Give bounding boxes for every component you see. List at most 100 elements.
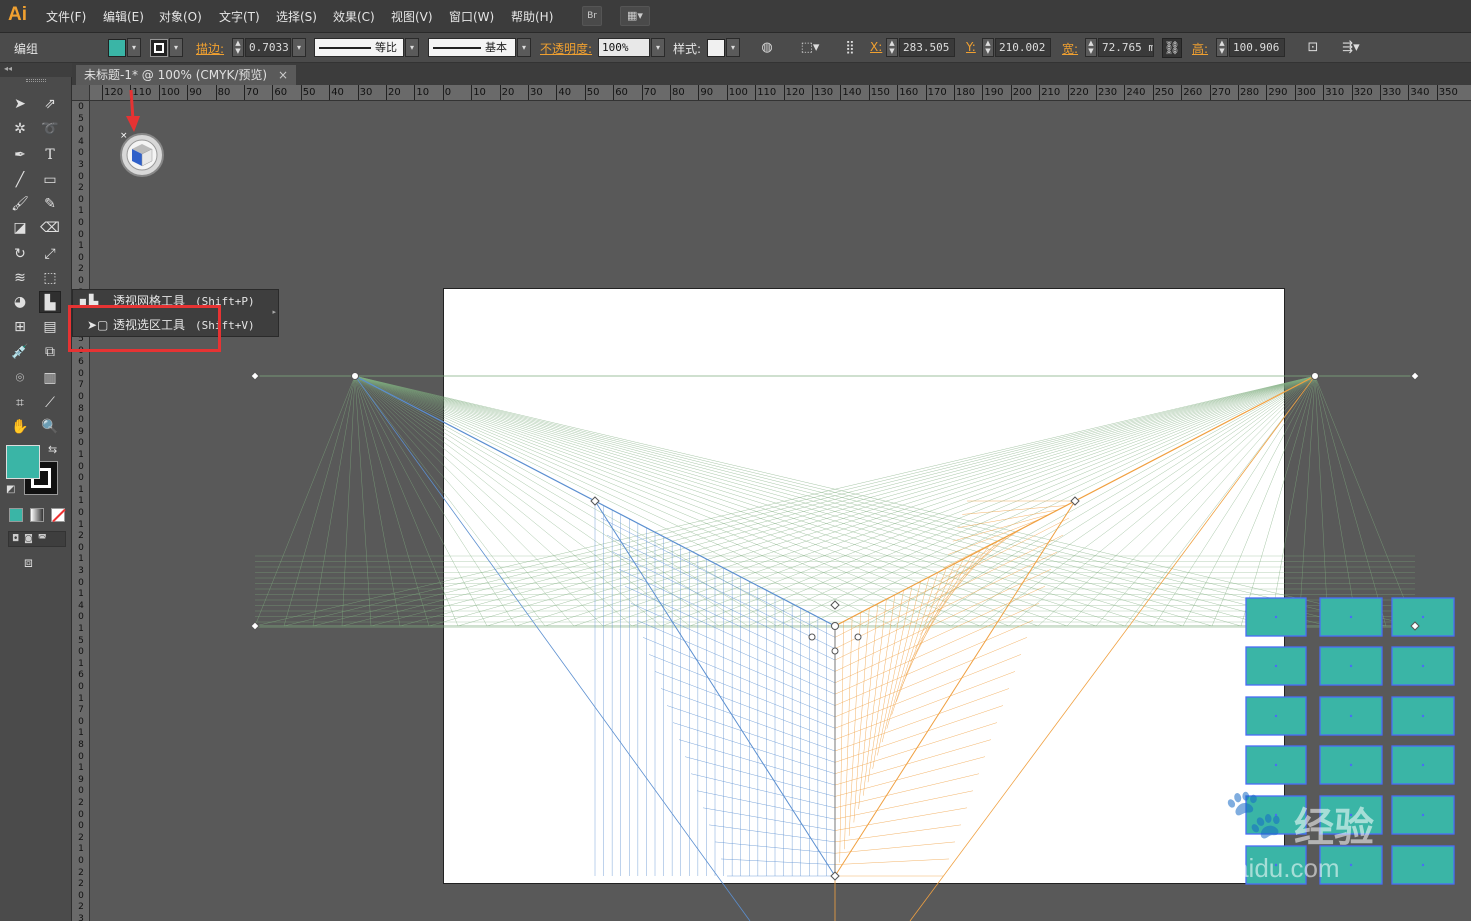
hand-tool-icon[interactable]: ✋ (9, 416, 31, 438)
plane-switching-widget[interactable]: × (120, 131, 164, 177)
y-spinner-icon[interactable]: ▲ ▼ (982, 38, 994, 57)
vertical-extent-handle[interactable] (830, 871, 840, 881)
column-graph-tool-icon[interactable]: ▥ (39, 367, 61, 389)
fill-swatch[interactable] (108, 39, 126, 57)
style-dropdown-icon[interactable]: ▾ (726, 38, 740, 57)
paintbrush-tool-icon[interactable]: 🖌 (9, 193, 31, 215)
blend-tool-icon[interactable]: ⧉ (39, 341, 61, 363)
default-fill-stroke-icon[interactable]: ◩ (6, 484, 15, 495)
magic-wand-tool-icon[interactable]: ✲ (9, 118, 31, 140)
bridge-button[interactable]: Br (582, 6, 602, 26)
stroke-weight-input[interactable]: 0.7033 (245, 38, 291, 57)
profile-dropdown-icon[interactable]: ▾ (405, 38, 419, 57)
line-segment-tool-icon[interactable]: ╱ (9, 169, 31, 191)
left-grid-extent-handle[interactable] (590, 496, 600, 506)
screen-mode-icon[interactable]: ⧈ (24, 555, 33, 571)
panel-drag-handle[interactable] (26, 79, 46, 82)
constrain-proportions-link-icon[interactable]: ⛓ (1162, 38, 1182, 58)
left-plane-control[interactable] (808, 633, 816, 641)
x-spinner-icon[interactable]: ▲ ▼ (886, 38, 898, 57)
horizon-left-handle[interactable] (250, 371, 260, 381)
free-transform-tool-icon[interactable]: ⬚ (39, 267, 61, 289)
fill-color-box[interactable] (6, 445, 40, 479)
slice-tool-icon[interactable]: ⟋ (39, 392, 61, 414)
stroke-label[interactable]: 描边: (196, 40, 224, 57)
scale-tool-icon[interactable]: ⤢ (39, 243, 61, 265)
horizon-right-handle[interactable] (1410, 371, 1420, 381)
height-input[interactable]: 100.906 (1229, 38, 1285, 57)
selection-tool-icon[interactable]: ➤ (9, 93, 31, 115)
lasso-tool-icon[interactable]: ➰ (39, 118, 61, 140)
stroke-dropdown-icon[interactable]: ▾ (169, 38, 183, 57)
menu-object[interactable]: 对象(O) (159, 8, 202, 25)
ground-left-handle[interactable] (250, 621, 260, 631)
opacity-dropdown-icon[interactable]: ▾ (651, 38, 665, 57)
ruler-origin[interactable] (72, 85, 90, 101)
menu-type[interactable]: 文字(T) (219, 8, 260, 25)
right-plane-control[interactable] (854, 633, 862, 641)
rotate-tool-icon[interactable]: ↻ (9, 243, 31, 265)
tools-panel-grip[interactable]: ◂◂ (0, 63, 72, 77)
menu-help[interactable]: 帮助(H) (511, 8, 553, 25)
width-tool-icon[interactable]: ≋ (9, 267, 31, 289)
width-label[interactable]: 宽: (1062, 40, 1078, 57)
flyout-tearoff-icon[interactable]: ▸ (272, 308, 276, 316)
recolor-artwork-icon[interactable]: ◍ (757, 38, 777, 58)
gradient-mode-icon[interactable] (30, 508, 44, 522)
opacity-input[interactable]: 100% (598, 38, 650, 57)
y-label[interactable]: Y: (966, 40, 976, 54)
close-tab-icon[interactable]: × (278, 65, 288, 85)
menu-edit[interactable]: 编辑(E) (103, 8, 144, 25)
right-vanishing-point[interactable] (1311, 372, 1319, 380)
eyedropper-tool-icon[interactable]: 💉 (9, 341, 31, 363)
x-label[interactable]: X: (870, 40, 882, 54)
vertical-ruler[interactable]: 0504030201001020304050607080901001101201… (72, 101, 90, 921)
stroke-swatch[interactable] (150, 39, 168, 57)
direct-selection-tool-icon[interactable]: ⇗ (39, 93, 61, 115)
width-input[interactable]: 72.765 mi (1098, 38, 1154, 57)
y-input[interactable]: 210.002 (995, 38, 1051, 57)
menu-file[interactable]: 文件(F) (46, 8, 86, 25)
rectangle-tool-icon[interactable]: ▭ (39, 169, 61, 191)
pencil-tool-icon[interactable]: ✎ (39, 193, 61, 215)
fill-dropdown-icon[interactable]: ▾ (127, 38, 141, 57)
type-tool-icon[interactable]: T (39, 144, 61, 166)
menu-window[interactable]: 窗口(W) (449, 8, 494, 25)
left-vanishing-point[interactable] (351, 372, 359, 380)
brush-dropdown-icon[interactable]: ▾ (517, 38, 531, 57)
stroke-weight-dropdown-icon[interactable]: ▾ (292, 38, 306, 57)
grid-cell-size-handle[interactable] (830, 600, 840, 610)
mesh-tool-icon[interactable]: ⊞ (9, 316, 31, 338)
menu-view[interactable]: 视图(V) (391, 8, 433, 25)
zoom-tool-icon[interactable]: 🔍 (39, 416, 61, 438)
align-to-selection-icon[interactable]: ⬚▾ (795, 38, 825, 58)
ground-plane-control[interactable] (831, 647, 839, 655)
swap-fill-stroke-icon[interactable]: ⇆ (48, 443, 57, 456)
eraser-tool-icon[interactable]: ⌫ (39, 217, 61, 239)
width-spinner-icon[interactable]: ▲ ▼ (1085, 38, 1097, 57)
gradient-tool-icon[interactable]: ▤ (39, 316, 61, 338)
origin-point[interactable] (831, 622, 839, 630)
height-label[interactable]: 高: (1192, 40, 1208, 57)
perspective-grid-tool-icon[interactable]: ▙ (39, 291, 61, 313)
brush-definition[interactable]: 基本 (428, 38, 516, 57)
blob-brush-tool-icon[interactable]: ◪ (9, 217, 31, 239)
variable-width-profile[interactable]: 等比 (314, 38, 404, 57)
menu-select[interactable]: 选择(S) (276, 8, 317, 25)
opacity-label[interactable]: 不透明度: (540, 40, 592, 57)
x-input[interactable]: 283.505 (899, 38, 955, 57)
widget-close-icon[interactable]: × (120, 131, 128, 141)
stroke-spinner-icon[interactable]: ▲ ▼ (232, 38, 244, 57)
isolate-group-icon[interactable]: ⇶▾ (1335, 38, 1367, 58)
shape-builder-tool-icon[interactable]: ◕ (9, 291, 31, 313)
drawing-modes-icon[interactable]: ◘◙◚ (8, 531, 66, 547)
transform-panel-icon[interactable]: ⊡ (1303, 38, 1323, 58)
color-mode-icon[interactable] (9, 508, 23, 522)
right-grid-extent-handle[interactable] (1070, 496, 1080, 506)
pen-tool-icon[interactable]: ✒ (9, 144, 31, 166)
transform-reference-point-icon[interactable]: ⣿ (840, 38, 860, 58)
height-spinner-icon[interactable]: ▲ ▼ (1216, 38, 1228, 57)
menu-effect[interactable]: 效果(C) (333, 8, 375, 25)
symbol-sprayer-tool-icon[interactable]: ⌾ (9, 367, 31, 389)
horizontal-ruler[interactable]: 120 110 100 90 80 70 60 50 40 30 20 10 0 10 20 30 40 50 60… (90, 85, 1471, 101)
